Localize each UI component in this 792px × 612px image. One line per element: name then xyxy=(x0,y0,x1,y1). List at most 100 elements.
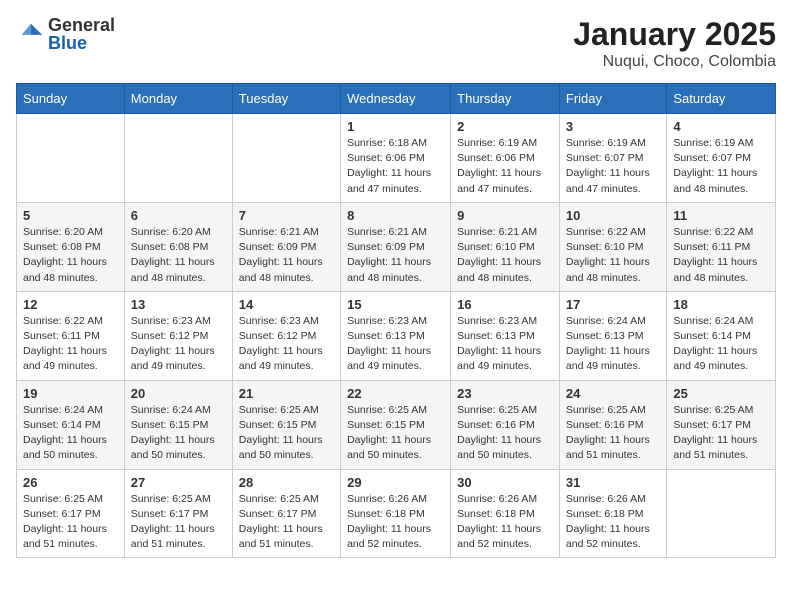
day-info: Sunrise: 6:26 AM Sunset: 6:18 PM Dayligh… xyxy=(457,492,553,553)
logo-blue-text: Blue xyxy=(48,34,115,52)
day-number: 31 xyxy=(566,475,661,490)
calendar-day-31: 31Sunrise: 6:26 AM Sunset: 6:18 PM Dayli… xyxy=(559,469,667,558)
calendar-week-row: 19Sunrise: 6:24 AM Sunset: 6:14 PM Dayli… xyxy=(17,380,776,469)
calendar-title: January 2025 xyxy=(573,16,776,53)
day-number: 13 xyxy=(131,297,226,312)
calendar-day-26: 26Sunrise: 6:25 AM Sunset: 6:17 PM Dayli… xyxy=(17,469,125,558)
calendar-day-19: 19Sunrise: 6:24 AM Sunset: 6:14 PM Dayli… xyxy=(17,380,125,469)
day-number: 19 xyxy=(23,386,118,401)
weekday-header-wednesday: Wednesday xyxy=(341,84,451,114)
day-info: Sunrise: 6:18 AM Sunset: 6:06 PM Dayligh… xyxy=(347,136,444,197)
day-number: 11 xyxy=(673,208,769,223)
calendar-day-5: 5Sunrise: 6:20 AM Sunset: 6:08 PM Daylig… xyxy=(17,202,125,291)
day-number: 28 xyxy=(239,475,334,490)
day-info: Sunrise: 6:19 AM Sunset: 6:07 PM Dayligh… xyxy=(566,136,661,197)
day-number: 17 xyxy=(566,297,661,312)
day-number: 7 xyxy=(239,208,334,223)
calendar-day-28: 28 Sunrise: 6:25 AM Sunset: 6:17 PM Dayli… xyxy=(232,469,340,558)
day-info: Sunrise: 6:24 AM Sunset: 6:14 PM Dayligh… xyxy=(673,314,769,375)
logo: General Blue xyxy=(16,16,115,52)
calendar-day-4: 4Sunrise: 6:19 AM Sunset: 6:07 PM Daylig… xyxy=(667,114,776,203)
calendar-day-1: 1Sunrise: 6:18 AM Sunset: 6:06 PM Daylig… xyxy=(341,114,451,203)
weekday-header-row: SundayMondayTuesdayWednesdayThursdayFrid… xyxy=(17,84,776,114)
weekday-header-tuesday: Tuesday xyxy=(232,84,340,114)
day-info: Sunrise: 6:23 AM Sunset: 6:13 PM Dayligh… xyxy=(457,314,553,375)
calendar-day-20: 20 Sunrise: 6:24 AM Sunset: 6:15 PM Dayli… xyxy=(124,380,232,469)
day-number: 27 xyxy=(131,475,226,490)
day-info: Sunrise: 6:20 AM Sunset: 6:08 PM Dayligh… xyxy=(23,225,118,286)
weekday-header-saturday: Saturday xyxy=(667,84,776,114)
day-number: 14 xyxy=(239,297,334,312)
day-info: Sunrise: 6:22 AM Sunset: 6:11 PM Dayligh… xyxy=(673,225,769,286)
calendar-day-27: 27 Sunrise: 6:25 AM Sunset: 6:17 PM Dayli… xyxy=(124,469,232,558)
day-info: Sunrise: 6:25 AM Sunset: 6:16 PM Dayligh… xyxy=(457,403,553,464)
day-info: Sunrise: 6:24 AM Sunset: 6:13 PM Dayligh… xyxy=(566,314,661,375)
calendar-week-row: 26Sunrise: 6:25 AM Sunset: 6:17 PM Dayli… xyxy=(17,469,776,558)
calendar-day-10: 10 Sunrise: 6:22 AM Sunset: 6:10 PM Dayli… xyxy=(559,202,667,291)
calendar-day-29: 29 Sunrise: 6:26 AM Sunset: 6:18 PM Dayli… xyxy=(341,469,451,558)
calendar-day-9: 9 Sunrise: 6:21 AM Sunset: 6:10 PM Daylig… xyxy=(451,202,560,291)
day-number: 23 xyxy=(457,386,553,401)
calendar-empty-cell xyxy=(124,114,232,203)
weekday-header-sunday: Sunday xyxy=(17,84,125,114)
calendar-body: 1Sunrise: 6:18 AM Sunset: 6:06 PM Daylig… xyxy=(17,114,776,558)
day-info: Sunrise: 6:23 AM Sunset: 6:13 PM Dayligh… xyxy=(347,314,444,375)
calendar-day-23: 23 Sunrise: 6:25 AM Sunset: 6:16 PM Dayli… xyxy=(451,380,560,469)
calendar-day-24: 24Sunrise: 6:25 AM Sunset: 6:16 PM Dayli… xyxy=(559,380,667,469)
calendar-day-21: 21 Sunrise: 6:25 AM Sunset: 6:15 PM Dayli… xyxy=(232,380,340,469)
day-number: 12 xyxy=(23,297,118,312)
calendar-day-2: 2 Sunrise: 6:19 AM Sunset: 6:06 PM Daylig… xyxy=(451,114,560,203)
calendar-header: SundayMondayTuesdayWednesdayThursdayFrid… xyxy=(17,84,776,114)
calendar-day-11: 11 Sunrise: 6:22 AM Sunset: 6:11 PM Dayli… xyxy=(667,202,776,291)
weekday-header-friday: Friday xyxy=(559,84,667,114)
day-number: 22 xyxy=(347,386,444,401)
day-info: Sunrise: 6:24 AM Sunset: 6:15 PM Dayligh… xyxy=(131,403,226,464)
calendar-week-row: 5Sunrise: 6:20 AM Sunset: 6:08 PM Daylig… xyxy=(17,202,776,291)
calendar-day-25: 25Sunrise: 6:25 AM Sunset: 6:17 PM Dayli… xyxy=(667,380,776,469)
logo-general-text: General xyxy=(48,16,115,34)
logo-icon xyxy=(16,20,44,48)
day-number: 9 xyxy=(457,208,553,223)
calendar-day-6: 6 Sunrise: 6:20 AM Sunset: 6:08 PM Daylig… xyxy=(124,202,232,291)
day-number: 20 xyxy=(131,386,226,401)
calendar-day-30: 30 Sunrise: 6:26 AM Sunset: 6:18 PM Dayli… xyxy=(451,469,560,558)
day-number: 2 xyxy=(457,119,553,134)
calendar-week-row: 12Sunrise: 6:22 AM Sunset: 6:11 PM Dayli… xyxy=(17,291,776,380)
day-info: Sunrise: 6:23 AM Sunset: 6:12 PM Dayligh… xyxy=(131,314,226,375)
day-info: Sunrise: 6:25 AM Sunset: 6:17 PM Dayligh… xyxy=(131,492,226,553)
day-number: 8 xyxy=(347,208,444,223)
day-number: 21 xyxy=(239,386,334,401)
calendar-day-15: 15 Sunrise: 6:23 AM Sunset: 6:13 PM Dayli… xyxy=(341,291,451,380)
day-info: Sunrise: 6:25 AM Sunset: 6:17 PM Dayligh… xyxy=(239,492,334,553)
calendar-day-22: 22Sunrise: 6:25 AM Sunset: 6:15 PM Dayli… xyxy=(341,380,451,469)
day-number: 6 xyxy=(131,208,226,223)
calendar-day-17: 17 Sunrise: 6:24 AM Sunset: 6:13 PM Dayli… xyxy=(559,291,667,380)
weekday-header-monday: Monday xyxy=(124,84,232,114)
day-number: 18 xyxy=(673,297,769,312)
day-info: Sunrise: 6:20 AM Sunset: 6:08 PM Dayligh… xyxy=(131,225,226,286)
day-info: Sunrise: 6:21 AM Sunset: 6:10 PM Dayligh… xyxy=(457,225,553,286)
day-info: Sunrise: 6:23 AM Sunset: 6:12 PM Dayligh… xyxy=(239,314,334,375)
day-info: Sunrise: 6:22 AM Sunset: 6:10 PM Dayligh… xyxy=(566,225,661,286)
day-number: 24 xyxy=(566,386,661,401)
title-block: January 2025 Nuqui, Choco, Colombia xyxy=(573,16,776,71)
day-info: Sunrise: 6:26 AM Sunset: 6:18 PM Dayligh… xyxy=(347,492,444,553)
day-number: 10 xyxy=(566,208,661,223)
day-info: Sunrise: 6:19 AM Sunset: 6:06 PM Dayligh… xyxy=(457,136,553,197)
calendar-subtitle: Nuqui, Choco, Colombia xyxy=(573,53,776,71)
day-number: 30 xyxy=(457,475,553,490)
day-info: Sunrise: 6:25 AM Sunset: 6:15 PM Dayligh… xyxy=(239,403,334,464)
day-number: 29 xyxy=(347,475,444,490)
calendar-empty-cell xyxy=(17,114,125,203)
calendar-day-13: 13 Sunrise: 6:23 AM Sunset: 6:12 PM Dayli… xyxy=(124,291,232,380)
day-number: 15 xyxy=(347,297,444,312)
calendar-empty-cell xyxy=(667,469,776,558)
day-info: Sunrise: 6:25 AM Sunset: 6:17 PM Dayligh… xyxy=(23,492,118,553)
calendar-day-16: 16 Sunrise: 6:23 AM Sunset: 6:13 PM Dayli… xyxy=(451,291,560,380)
day-number: 16 xyxy=(457,297,553,312)
calendar-day-14: 14 Sunrise: 6:23 AM Sunset: 6:12 PM Dayli… xyxy=(232,291,340,380)
day-number: 3 xyxy=(566,119,661,134)
calendar-day-7: 7Sunrise: 6:21 AM Sunset: 6:09 PM Daylig… xyxy=(232,202,340,291)
calendar-table: SundayMondayTuesdayWednesdayThursdayFrid… xyxy=(16,83,776,558)
day-info: Sunrise: 6:21 AM Sunset: 6:09 PM Dayligh… xyxy=(347,225,444,286)
